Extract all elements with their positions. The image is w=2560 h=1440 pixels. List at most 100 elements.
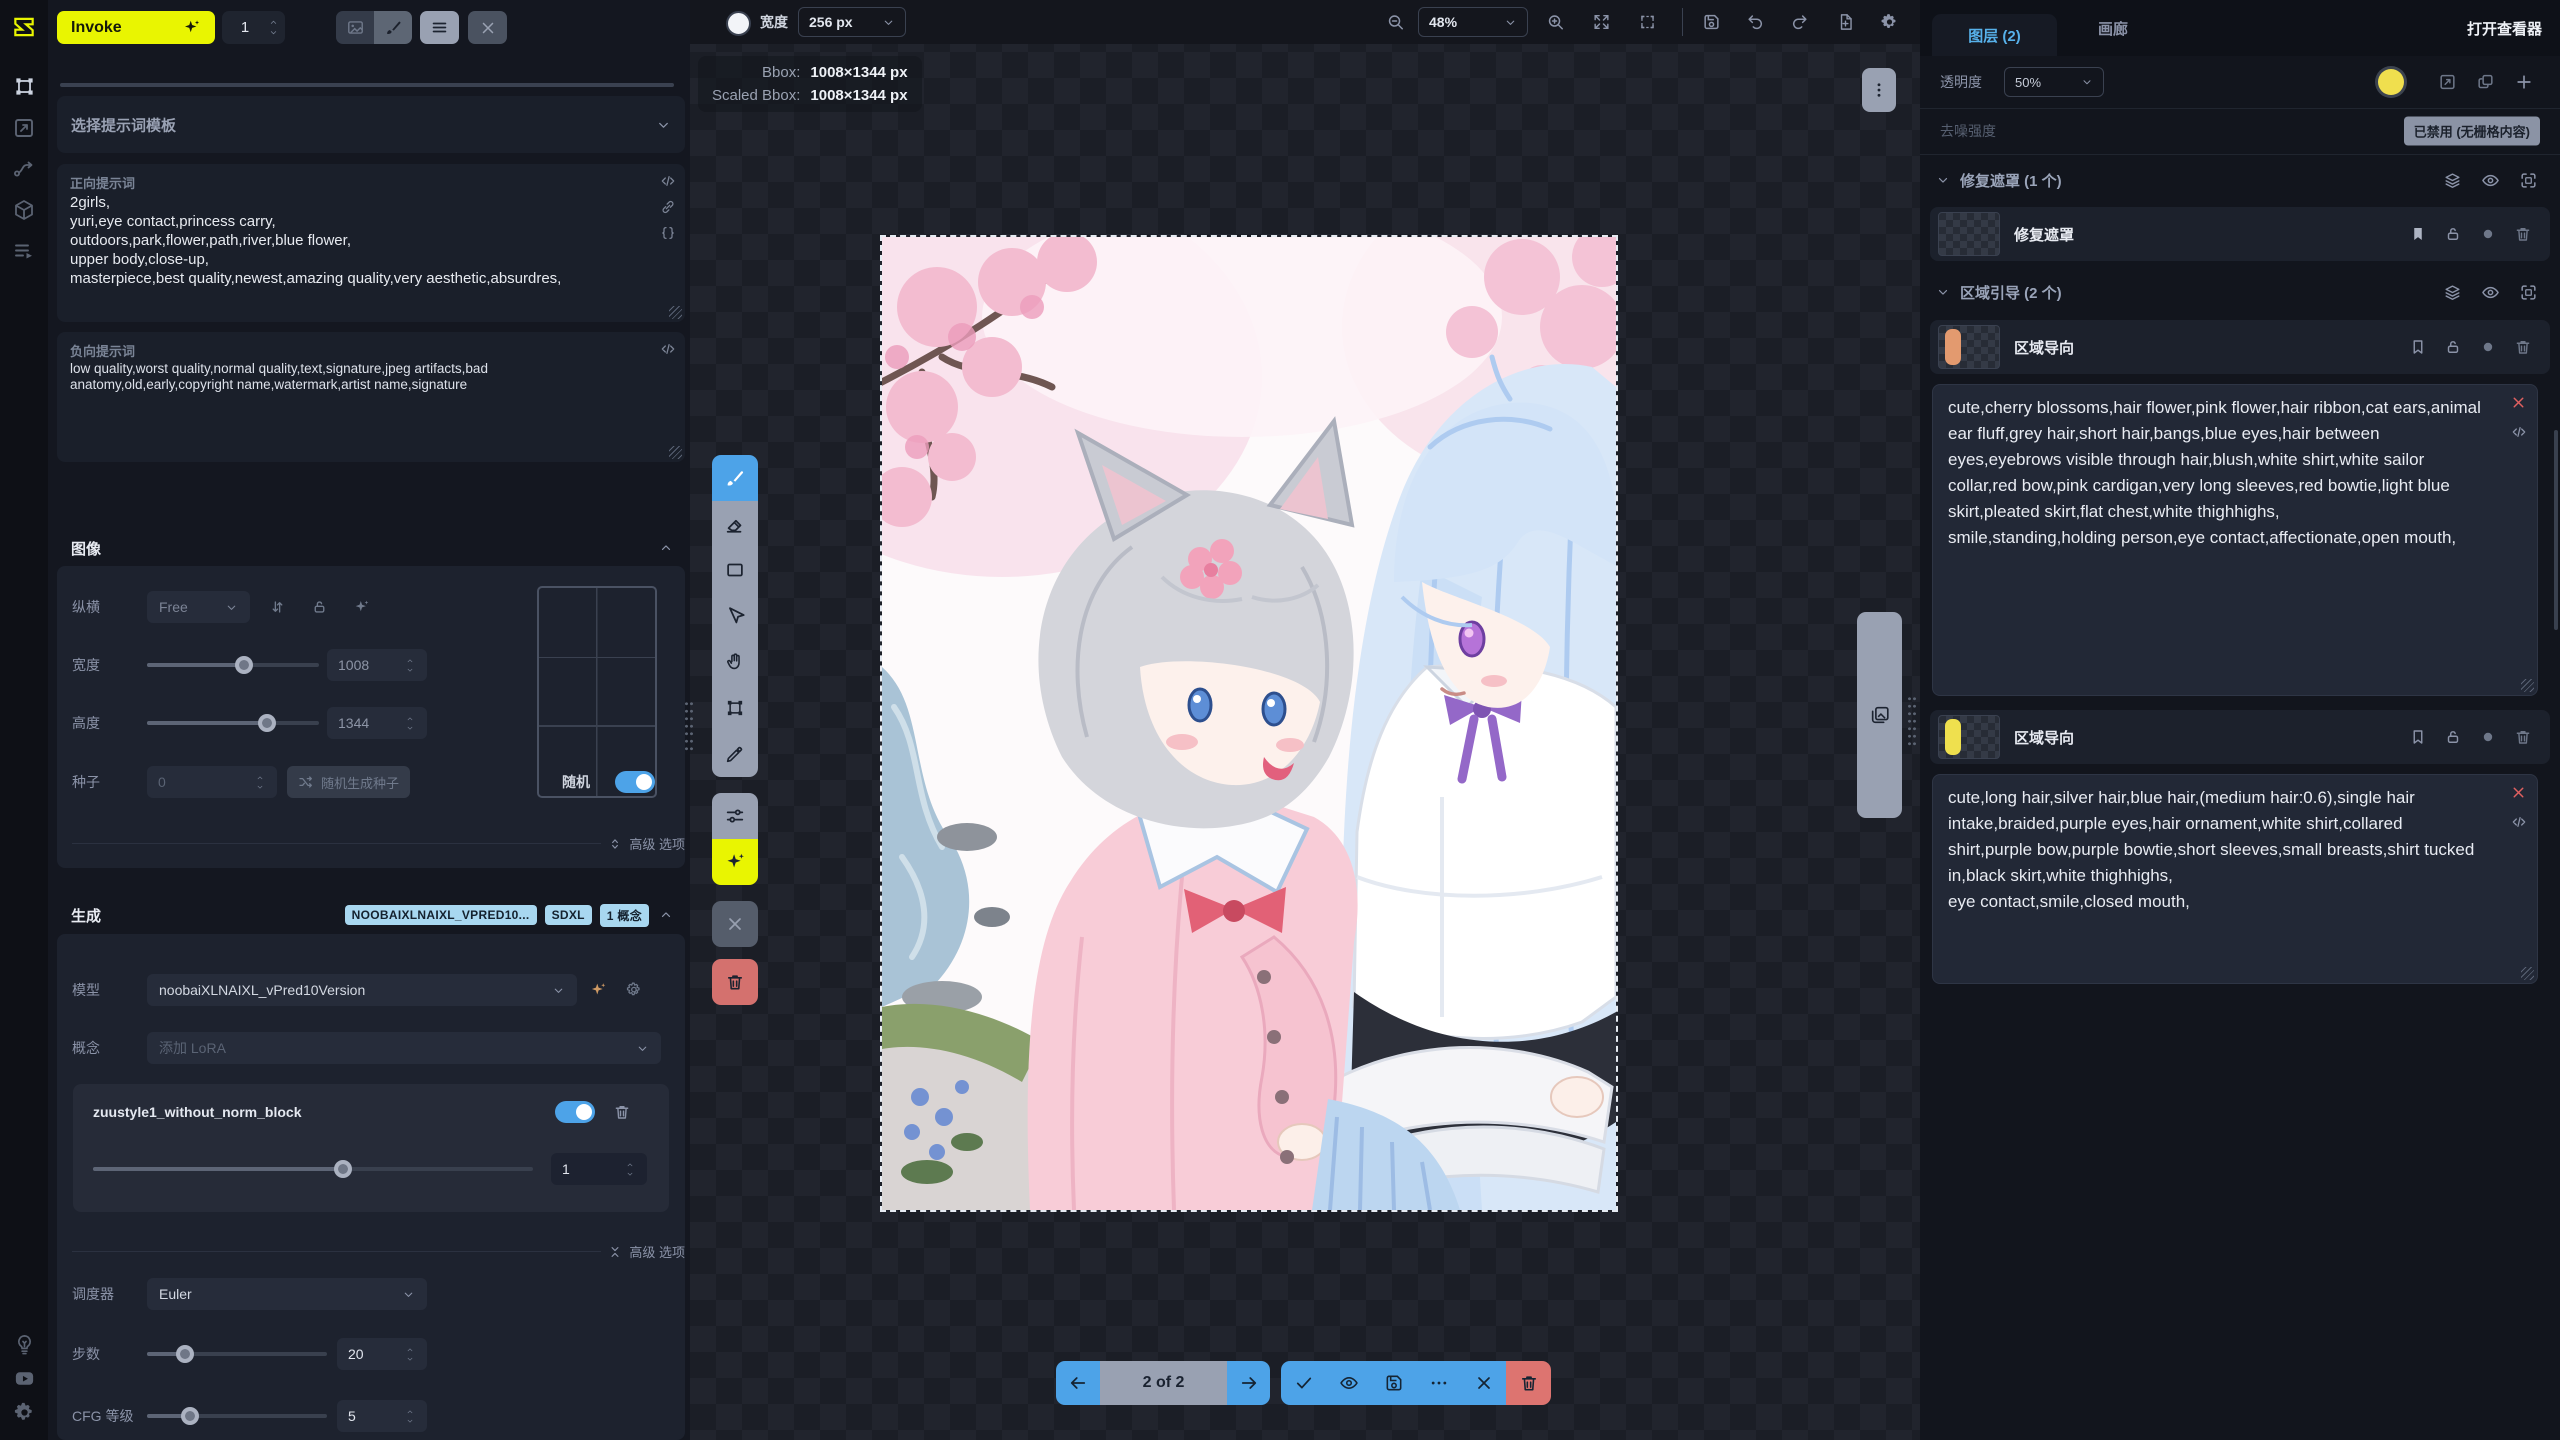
resize-handle[interactable] xyxy=(2521,679,2534,692)
add-layer-icon[interactable] xyxy=(2514,72,2534,92)
cfg-input[interactable]: 5 xyxy=(337,1400,427,1432)
canvas-area[interactable]: 宽度 256 px 48% Bbox: 1008×1344 px Scaled xyxy=(690,0,1920,1440)
code-icon[interactable] xyxy=(660,173,676,189)
color-dot-icon[interactable] xyxy=(2479,338,2497,356)
image-advanced-options[interactable]: 高级 选项 xyxy=(72,834,685,853)
visibility-icon[interactable] xyxy=(2481,283,2500,302)
duplicate-layer-icon[interactable] xyxy=(2476,73,2495,92)
next-image-button[interactable] xyxy=(1227,1361,1270,1405)
fit-bbox-icon[interactable] xyxy=(1638,13,1657,32)
accept-image-button[interactable] xyxy=(1281,1361,1326,1405)
lora-weight-slider[interactable] xyxy=(93,1167,533,1171)
brush-width-select[interactable]: 256 px xyxy=(798,7,906,37)
region-prompt-box[interactable]: cute,cherry blossoms,hair flower,pink fl… xyxy=(1932,384,2538,696)
right-panel-resize-handle[interactable] xyxy=(1907,695,1917,747)
resize-handle[interactable] xyxy=(2521,967,2534,980)
scheduler-select[interactable]: Euler xyxy=(147,1278,427,1310)
model-sparkle-icon[interactable] xyxy=(589,981,607,999)
fit-view-icon[interactable] xyxy=(1592,13,1611,32)
swap-dimensions-icon[interactable] xyxy=(269,599,286,616)
youtube-icon[interactable] xyxy=(13,1367,36,1390)
discard-image-button[interactable] xyxy=(1461,1361,1506,1405)
remove-prompt-icon[interactable] xyxy=(2510,784,2527,801)
menu-button[interactable] xyxy=(420,11,459,44)
optimize-size-icon[interactable] xyxy=(353,599,370,616)
fit-layer-icon[interactable] xyxy=(2438,73,2457,92)
width-slider[interactable] xyxy=(147,663,319,667)
bookmark-icon[interactable] xyxy=(2409,338,2427,356)
region-prompt-text[interactable]: cute,cherry blossoms,hair flower,pink fl… xyxy=(1948,395,2491,551)
remove-prompt-icon[interactable] xyxy=(2510,394,2527,411)
open-viewer-link[interactable]: 打开查看器 xyxy=(2467,0,2542,56)
region-prompt-text[interactable]: cute,long hair,silver hair,blue hair,(me… xyxy=(1948,785,2491,915)
undo-icon[interactable] xyxy=(1746,13,1765,32)
region-layer-row[interactable]: 区域导向 xyxy=(1930,320,2550,374)
height-slider[interactable] xyxy=(147,721,319,725)
tab-gallery[interactable]: 画廊 xyxy=(2098,0,2128,56)
rect-tool[interactable] xyxy=(712,547,758,593)
zoom-out-icon[interactable] xyxy=(1386,13,1405,32)
bookmark-icon[interactable] xyxy=(2409,225,2427,243)
filter-tool[interactable] xyxy=(712,793,758,839)
nav-queue-icon[interactable] xyxy=(12,239,36,263)
lock-icon[interactable] xyxy=(2444,338,2462,356)
zoom-in-icon[interactable] xyxy=(1546,13,1565,32)
cancel-tool-button[interactable] xyxy=(712,901,758,947)
lora-trash-icon[interactable] xyxy=(613,1103,631,1121)
color-dot-icon[interactable] xyxy=(2479,225,2497,243)
nav-workflows-icon[interactable] xyxy=(12,157,36,181)
region-prompt-box[interactable]: cute,long hair,silver hair,blue hair,(me… xyxy=(1932,774,2538,984)
resize-handle[interactable] xyxy=(669,446,682,459)
region-layer-row[interactable]: 区域导向 xyxy=(1930,710,2550,764)
save-image-button[interactable] xyxy=(1371,1361,1416,1405)
model-select[interactable]: noobaiXLNAIXL_vPred10Version xyxy=(147,974,577,1006)
transform-tool[interactable] xyxy=(712,685,758,731)
lock-aspect-icon[interactable] xyxy=(311,599,328,616)
zoom-level-select[interactable]: 48% xyxy=(1418,7,1528,37)
select-bbox-icon[interactable] xyxy=(2519,283,2538,302)
code-icon[interactable] xyxy=(2511,424,2527,440)
lora-select[interactable]: 添加 LoRA xyxy=(147,1032,661,1064)
image-section-header[interactable]: 图像 xyxy=(57,533,685,563)
lock-icon[interactable] xyxy=(2444,728,2462,746)
generated-image[interactable] xyxy=(880,235,1618,1212)
tab-layers[interactable]: 图层 (2) xyxy=(1932,14,2057,56)
negative-prompt-box[interactable]: 负向提示词 low quality,worst quality,normal q… xyxy=(57,332,685,462)
negative-prompt-text[interactable]: low quality,worst quality,normal quality… xyxy=(70,361,643,393)
aspect-select[interactable]: Free xyxy=(147,591,250,623)
close-panel-button[interactable] xyxy=(468,11,507,44)
opacity-select[interactable]: 50% xyxy=(2004,67,2104,97)
color-dot-icon[interactable] xyxy=(2479,728,2497,746)
inpaint-section-header[interactable]: 修复遮罩 (1 个) xyxy=(1920,158,2560,202)
invoke-logo-icon[interactable] xyxy=(11,14,37,40)
lock-icon[interactable] xyxy=(2444,225,2462,243)
nav-models-icon[interactable] xyxy=(12,198,36,222)
cfg-slider[interactable] xyxy=(147,1414,327,1418)
discard-all-button[interactable] xyxy=(1506,1361,1551,1405)
prompt-template-select[interactable]: 选择提示词模板 xyxy=(57,96,685,153)
settings-gear-icon[interactable] xyxy=(13,1401,36,1424)
positive-prompt-text[interactable]: 2girls, yuri,eye contact,princess carry,… xyxy=(70,193,643,288)
queue-count-stepper[interactable]: 1 xyxy=(222,11,285,44)
invoke-button[interactable]: Invoke xyxy=(57,11,215,44)
canvas-context-menu-button[interactable] xyxy=(1862,68,1896,112)
height-input[interactable]: 1344 xyxy=(327,707,427,739)
more-actions-button[interactable] xyxy=(1416,1361,1461,1405)
select-bbox-icon[interactable] xyxy=(2519,171,2538,190)
view-mode-toggle[interactable] xyxy=(336,11,412,44)
code-icon[interactable] xyxy=(2511,814,2527,830)
merge-layers-icon[interactable] xyxy=(2443,171,2462,190)
nav-canvas-icon[interactable] xyxy=(12,74,37,99)
new-session-icon[interactable] xyxy=(1836,13,1855,32)
delete-layer-icon[interactable] xyxy=(2514,225,2532,243)
save-canvas-icon[interactable] xyxy=(1702,13,1721,32)
color-picker-tool[interactable] xyxy=(712,731,758,777)
generation-section-header[interactable]: 生成 NOOBAIXLNAIXL_VPRED10... SDXL 1 概念 xyxy=(57,900,685,930)
seed-input[interactable]: 0 xyxy=(147,766,277,798)
gallery-toggle-button[interactable] xyxy=(1857,612,1902,818)
panel-scrollbar[interactable] xyxy=(2554,430,2558,630)
brush-tool[interactable] xyxy=(712,455,758,501)
fill-color-swatch[interactable] xyxy=(2378,69,2404,95)
preview-image-button[interactable] xyxy=(1326,1361,1371,1405)
resize-handle[interactable] xyxy=(669,306,682,319)
